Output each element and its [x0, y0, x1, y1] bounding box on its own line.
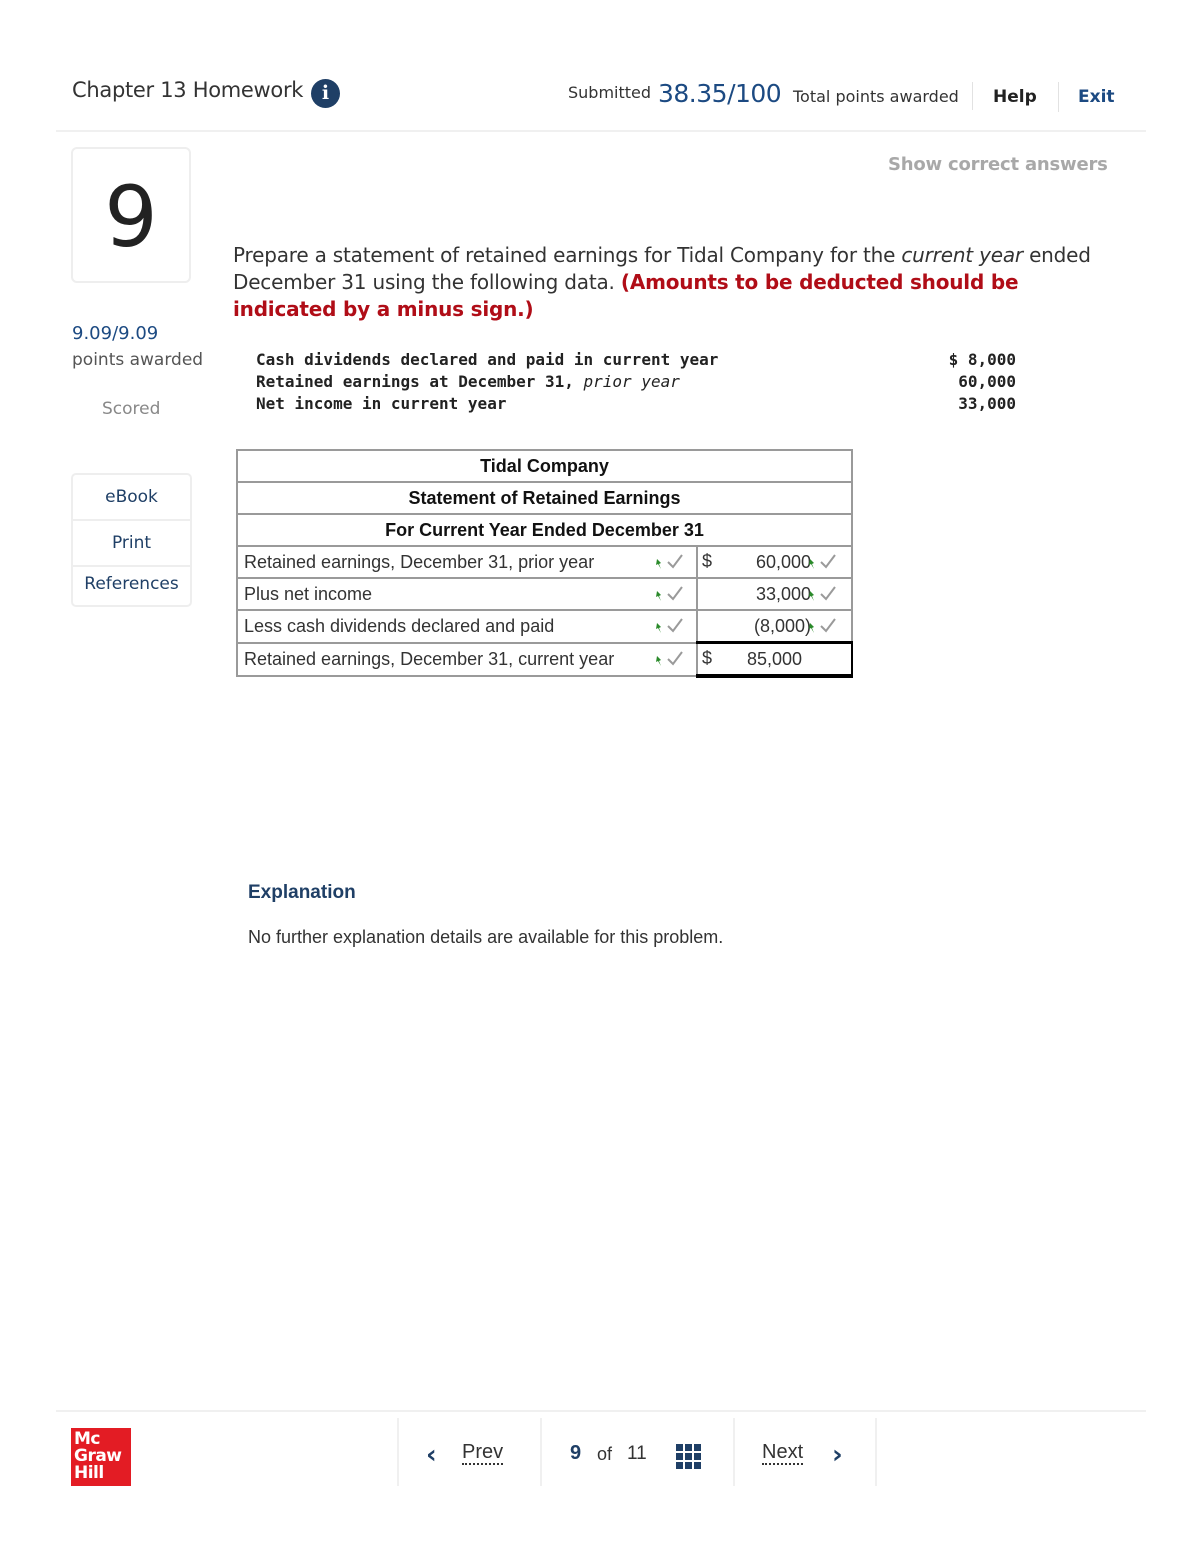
pin-icon	[656, 559, 661, 569]
row-amount: 33,000	[755, 583, 811, 604]
correct-mark	[654, 650, 688, 672]
given-data: Cash dividends declared and paid in curr…	[256, 349, 1016, 415]
question-number-box: 9	[71, 147, 191, 283]
total-points-label: Total points awarded	[793, 87, 959, 106]
page-of-label: of	[597, 1444, 613, 1464]
total-score: 38.35/100	[658, 79, 782, 108]
row-amount: (8,000)	[753, 615, 811, 636]
current-page: 9	[570, 1442, 582, 1464]
statement-row-total: Retained earnings, December 31, current …	[236, 641, 853, 678]
prev-button[interactable]: Prev	[462, 1441, 504, 1465]
total-amount: 85,000	[746, 648, 803, 669]
correct-mark	[654, 553, 688, 575]
given-label: Net income in current year	[256, 394, 507, 413]
logo-text: Hill	[74, 1463, 104, 1483]
correct-mark	[807, 553, 841, 575]
row-label-cell[interactable]: Less cash dividends declared and paid	[236, 609, 698, 644]
submitted-label: Submitted	[568, 83, 652, 102]
pin-icon	[809, 559, 814, 569]
row-amount-cell[interactable]: (8,000)	[696, 609, 853, 644]
given-row: Cash dividends declared and paid in curr…	[256, 349, 1016, 371]
chevron-right-icon[interactable]: ›	[832, 1440, 843, 1470]
check-icon	[820, 618, 836, 633]
question-number: 9	[104, 168, 158, 266]
info-icon[interactable]: i	[311, 79, 340, 108]
currency-symbol: $	[702, 551, 713, 571]
question-points: 9.09/9.09	[72, 323, 159, 344]
correct-mark	[807, 585, 841, 607]
total-pages: 11	[627, 1443, 647, 1464]
header-divider	[972, 82, 973, 110]
prompt-italic: current year	[901, 243, 1023, 267]
row-amount: 60,000	[755, 551, 811, 572]
given-row: Retained earnings at December 31, prior …	[256, 371, 1016, 393]
row-label: Retained earnings, December 31, current …	[244, 648, 615, 669]
statement-row: Less cash dividends declared and paid (8…	[236, 609, 853, 644]
statement-company: Tidal Company	[236, 449, 853, 483]
footer-divider	[875, 1418, 877, 1486]
statement-row: Retained earnings, December 31, prior ye…	[236, 545, 853, 579]
help-button[interactable]: Help	[993, 87, 1037, 107]
check-icon	[820, 586, 836, 601]
check-icon	[667, 554, 683, 569]
exit-button[interactable]: Exit	[1078, 87, 1115, 107]
given-label: Retained earnings at December 31,	[256, 372, 584, 391]
resource-tools: eBook Print References	[71, 473, 192, 607]
points-awarded-label: points awarded	[72, 350, 204, 370]
explanation-heading: Explanation	[248, 882, 356, 903]
retained-earnings-statement: Tidal Company Statement of Retained Earn…	[236, 449, 853, 678]
pin-icon	[656, 655, 661, 666]
row-amount-cell[interactable]: $ 60,000	[696, 545, 853, 579]
given-label: Cash dividends declared and paid in curr…	[256, 350, 719, 369]
header-separator	[56, 130, 1146, 132]
statement-title: Statement of Retained Earnings	[236, 481, 853, 515]
pin-icon	[809, 591, 814, 601]
mcgraw-hill-logo: Mc Graw Hill	[71, 1428, 131, 1486]
given-label-italic: prior year	[583, 372, 680, 391]
statement-period: For Current Year Ended December 31	[236, 513, 853, 547]
show-correct-answers-button[interactable]: Show correct answers	[888, 154, 1108, 175]
currency-symbol: $	[702, 648, 713, 668]
prompt-text: Prepare a statement of retained earnings…	[233, 243, 902, 267]
question-grid-icon[interactable]	[676, 1444, 702, 1469]
given-value: 33,000	[958, 394, 1016, 413]
check-icon	[667, 586, 683, 601]
question-status: Scored	[102, 399, 161, 419]
ebook-button[interactable]: eBook	[73, 475, 190, 521]
given-value: $ 8,000	[948, 350, 1016, 369]
check-icon	[820, 554, 836, 569]
check-icon	[667, 650, 683, 666]
pin-icon	[656, 623, 661, 633]
header-divider	[1058, 82, 1059, 112]
correct-mark	[807, 617, 841, 639]
explanation-text: No further explanation details are avail…	[248, 927, 724, 947]
next-button[interactable]: Next	[762, 1441, 804, 1465]
row-amount-cell[interactable]: 33,000	[696, 577, 853, 611]
footer-divider	[540, 1418, 542, 1486]
row-label-cell[interactable]: Retained earnings, December 31, current …	[236, 641, 698, 677]
footer-divider	[733, 1418, 735, 1486]
assignment-title: Chapter 13 Homework	[72, 78, 304, 102]
row-label-cell[interactable]: Plus net income	[236, 577, 698, 611]
statement-row: Plus net income 33,000	[236, 577, 853, 611]
print-button[interactable]: Print	[73, 521, 190, 567]
correct-mark	[654, 585, 688, 607]
given-row: Net income in current year 33,000	[256, 393, 1016, 415]
footer-divider	[397, 1418, 399, 1486]
row-label: Retained earnings, December 31, prior ye…	[244, 551, 595, 572]
pin-icon	[656, 591, 661, 601]
row-label: Less cash dividends declared and paid	[244, 615, 555, 636]
chevron-left-icon[interactable]: ‹	[426, 1440, 437, 1470]
given-value: 60,000	[958, 372, 1016, 391]
references-button[interactable]: References	[73, 567, 190, 605]
question-prompt: Prepare a statement of retained earnings…	[233, 242, 1113, 323]
correct-mark	[654, 617, 688, 639]
row-label: Plus net income	[244, 583, 373, 604]
footer-separator	[56, 1410, 1146, 1412]
row-label-cell[interactable]: Retained earnings, December 31, prior ye…	[236, 545, 698, 579]
pin-icon	[809, 623, 814, 633]
total-amount-cell: $ 85,000	[696, 641, 853, 678]
check-icon	[667, 618, 683, 633]
